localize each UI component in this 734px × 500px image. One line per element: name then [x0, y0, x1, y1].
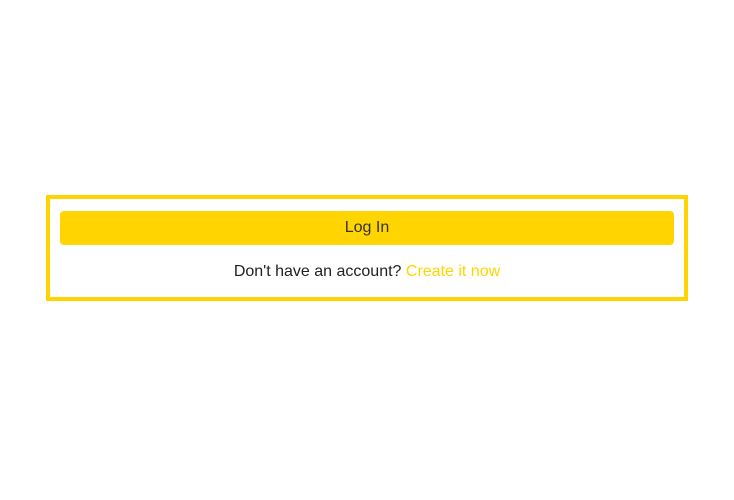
signup-prompt-text: Don't have an account?: [234, 263, 406, 280]
login-card: Log In Don't have an account? Create it …: [46, 195, 688, 301]
create-account-link[interactable]: Create it now: [406, 263, 500, 280]
login-button[interactable]: Log In: [60, 211, 674, 245]
signup-prompt: Don't have an account? Create it now: [60, 263, 674, 281]
